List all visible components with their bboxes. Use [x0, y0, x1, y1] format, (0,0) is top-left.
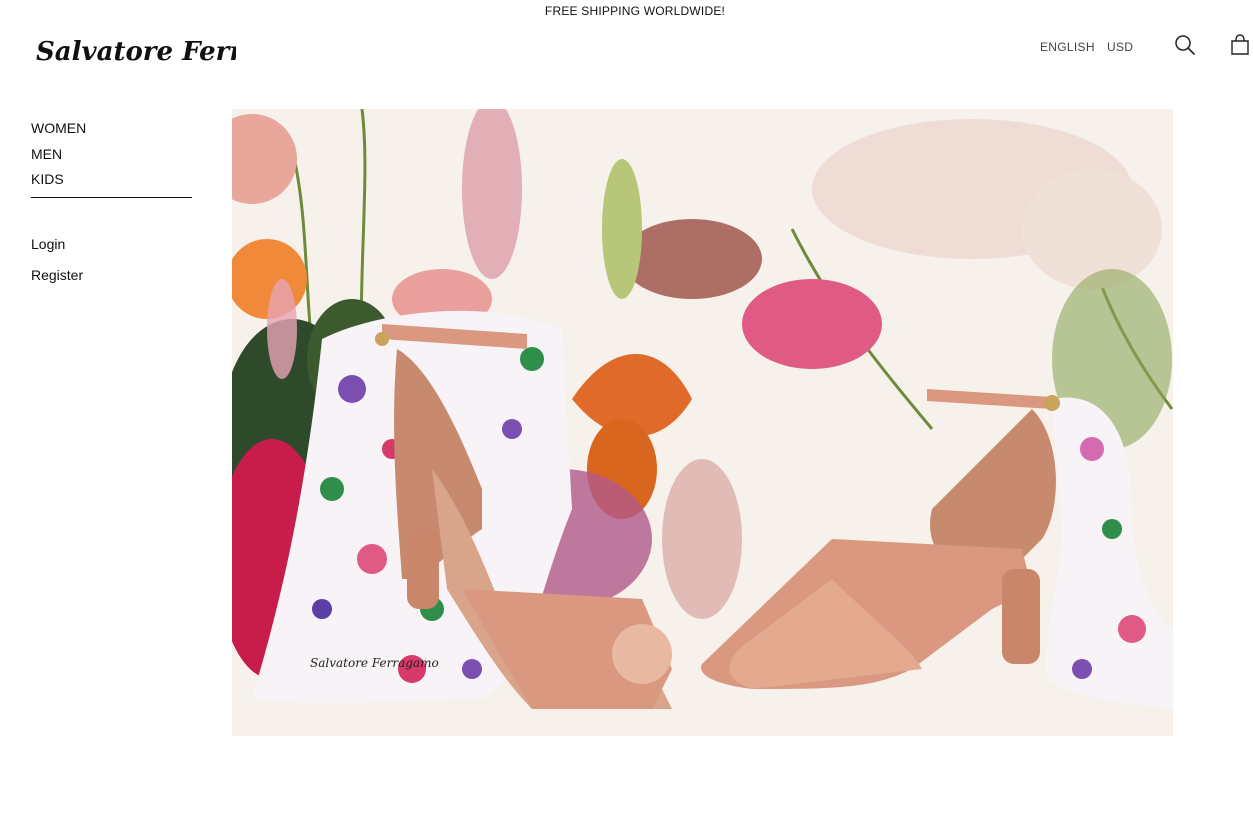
hyacinth	[742, 279, 882, 369]
register-link[interactable]: Register	[31, 260, 83, 291]
shopping-bag-icon[interactable]	[1229, 34, 1251, 56]
snapdragon	[602, 159, 642, 299]
brand-logo[interactable]: Salvatore Ferragamo	[36, 34, 340, 78]
currency-selector[interactable]: USD	[1107, 40, 1133, 54]
category-nav: WOMEN MEN KIDS	[31, 116, 192, 198]
promo-banner: FREE SHIPPING WORLDWIDE!	[544, 4, 726, 18]
hero-image[interactable]: Salvatore Ferragamo	[232, 109, 1173, 736]
dark-leaves	[622, 219, 762, 299]
left-buds	[267, 279, 297, 379]
nav-item-kids[interactable]: KIDS	[31, 167, 192, 193]
nav-divider	[31, 196, 192, 198]
nav-item-men[interactable]: MEN	[31, 142, 192, 168]
pink-sprigs	[662, 459, 742, 619]
search-icon[interactable]	[1174, 34, 1196, 56]
scarf-signature: Salvatore Ferragamo	[310, 656, 439, 670]
login-link[interactable]: Login	[31, 229, 83, 260]
logo-wordmark: Salvatore Ferragamo	[36, 37, 236, 67]
nav-item-women[interactable]: WOMEN	[31, 116, 192, 142]
language-selector[interactable]: ENGLISH	[1040, 40, 1095, 54]
account-links: Login Register	[31, 229, 83, 291]
white-lilac-2	[1022, 169, 1162, 289]
